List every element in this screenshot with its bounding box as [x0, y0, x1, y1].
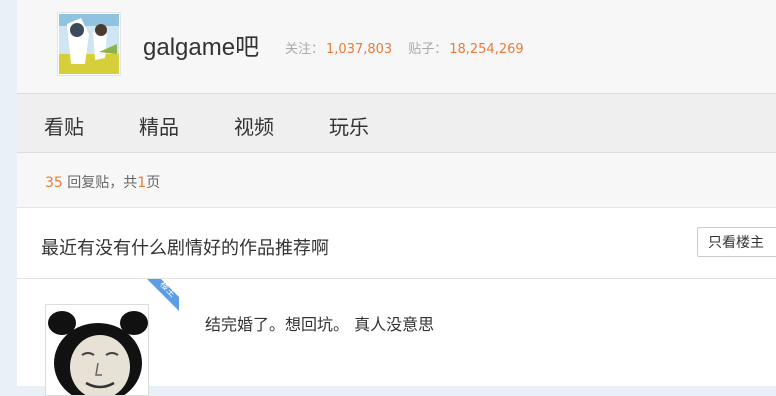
- follow-count: 1,037,803: [326, 42, 393, 57]
- reply-count-bar: 35 回复贴，共1页: [17, 153, 776, 208]
- page-count: 1: [137, 175, 147, 191]
- op-badge-icon: 楼主: [147, 279, 179, 311]
- nav-item-featured[interactable]: 精品: [139, 111, 179, 140]
- nav-item-browse[interactable]: 看贴: [44, 111, 84, 140]
- forum-avatar[interactable]: [57, 12, 121, 76]
- panda-face-image: [46, 305, 148, 395]
- author-avatar[interactable]: [45, 304, 149, 396]
- nav-item-fun[interactable]: 玩乐: [329, 111, 369, 140]
- thread-title: 最近有没有什么剧情好的作品推荐啊: [41, 238, 329, 259]
- follow-label: 关注：: [285, 42, 325, 57]
- forum-name[interactable]: galgame吧: [143, 27, 259, 62]
- forum-stats: 关注： 1,037,803 贴子： 18,254,269: [285, 38, 540, 57]
- page: galgame吧 关注： 1,037,803 贴子： 18,254,269 看贴 精品…: [17, 0, 776, 396]
- reply-count-text: 35 回复贴，共1页: [45, 172, 160, 192]
- page-unit: 页: [146, 175, 161, 191]
- posts-count: 18,254,269: [449, 42, 524, 57]
- thread-title-bar: 最近有没有什么剧情好的作品推荐啊 只看楼主: [17, 208, 776, 279]
- forum-avatar-image: [59, 14, 119, 74]
- post-content: 结完婚了。想回坑。 真人没意思: [205, 315, 435, 334]
- only-op-button[interactable]: 只看楼主: [697, 227, 776, 257]
- reply-text: 回复贴，共: [67, 175, 138, 191]
- forum-header: galgame吧 关注： 1,037,803 贴子： 18,254,269: [17, 0, 776, 94]
- posts-label: 贴子：: [408, 42, 448, 57]
- post: 楼主 结完婚了。想回坑。 真人没意思: [17, 279, 776, 396]
- forum-nav: 看贴 精品 视频 玩乐: [17, 94, 776, 153]
- nav-item-video[interactable]: 视频: [234, 111, 274, 140]
- reply-count: 35: [45, 175, 63, 191]
